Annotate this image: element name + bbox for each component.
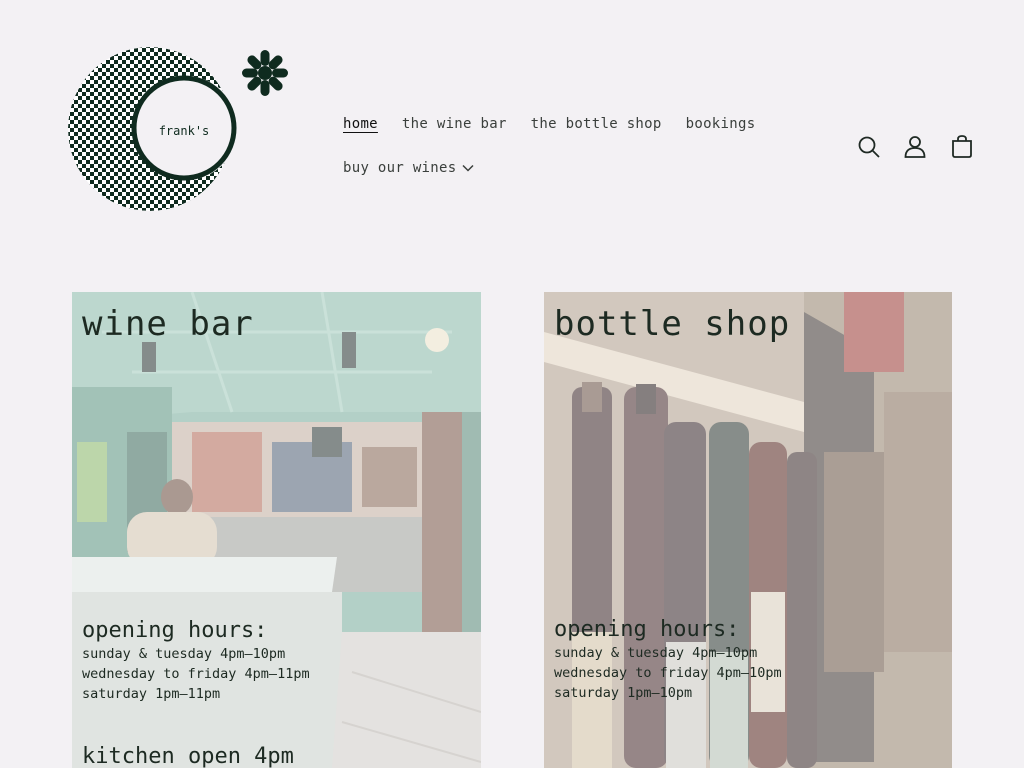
wine-bar-hours-heading: opening hours: — [82, 618, 268, 643]
site-logo[interactable]: frank's — [66, 44, 296, 216]
bottle-shop-title: bottle shop — [554, 304, 791, 344]
wine-bar-title: wine bar — [82, 304, 254, 344]
kitchen-hours: kitchen open 4pm — [82, 744, 294, 768]
hours-line: sunday & tuesday 4pm–10pm — [554, 645, 758, 661]
nav-wine-bar[interactable]: the wine bar — [402, 112, 507, 136]
hours-line: saturday 1pm–10pm — [554, 685, 693, 701]
nav-bookings[interactable]: bookings — [686, 112, 756, 136]
cart-icon[interactable] — [949, 134, 975, 160]
hours-line: sunday & tuesday 4pm–10pm — [82, 646, 286, 662]
search-icon[interactable] — [856, 134, 882, 160]
bottle-shop-hours-list: sunday & tuesday 4pm–10pm wednesday to f… — [554, 643, 782, 703]
hours-line: wednesday to friday 4pm–10pm — [554, 665, 782, 681]
account-icon[interactable] — [902, 134, 928, 160]
asterisk-icon — [242, 50, 288, 96]
nav-bottle-shop[interactable]: the bottle shop — [531, 112, 662, 136]
hours-line: saturday 1pm–11pm — [82, 686, 221, 702]
wine-bar-card[interactable]: wine bar opening hours: sunday & tuesday… — [72, 292, 481, 768]
bottle-shop-card[interactable]: bottle shop opening hours: sunday & tues… — [544, 292, 952, 768]
nav-buy-our-wines-label: buy our wines — [343, 160, 457, 176]
logo-text: frank's — [159, 124, 210, 138]
hours-line: wednesday to friday 4pm–11pm — [82, 666, 310, 682]
wine-bar-hours-list: sunday & tuesday 4pm–10pm wednesday to f… — [82, 644, 310, 704]
nav-buy-our-wines[interactable]: buy our wines — [343, 156, 475, 180]
chevron-down-icon — [462, 164, 475, 172]
nav-home[interactable]: home — [343, 112, 378, 136]
main-nav: home the wine bar the bottle shop bookings … — [343, 112, 813, 180]
bottle-shop-hours-heading: opening hours: — [554, 617, 740, 642]
